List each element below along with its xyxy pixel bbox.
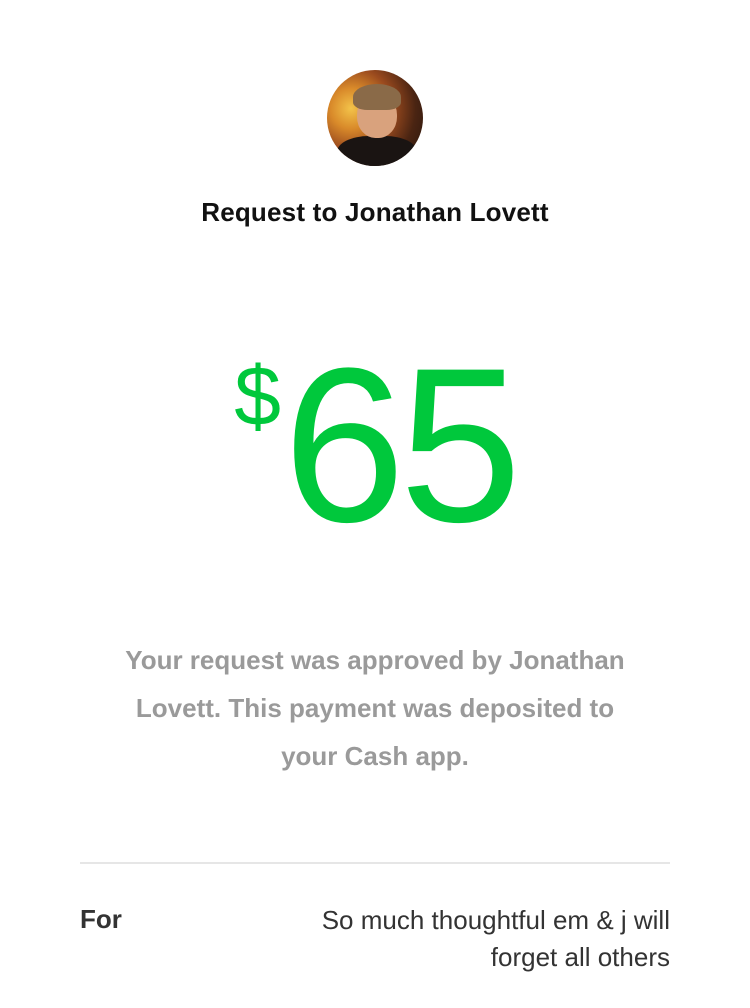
for-value: So much thoughtful em & j will forget al… [321,905,670,972]
amount-display: $65 [0,322,750,568]
avatar [327,70,423,166]
status-message: Your request was approved by Jonathan Lo… [125,645,625,771]
page-title: Request to Jonathan Lovett [201,197,549,227]
currency-symbol: $ [234,349,281,443]
avatar-shirt [337,136,417,166]
avatar-hair [353,84,401,110]
amount-value: 65 [283,322,522,568]
for-label: For [80,904,122,934]
divider [80,862,670,864]
